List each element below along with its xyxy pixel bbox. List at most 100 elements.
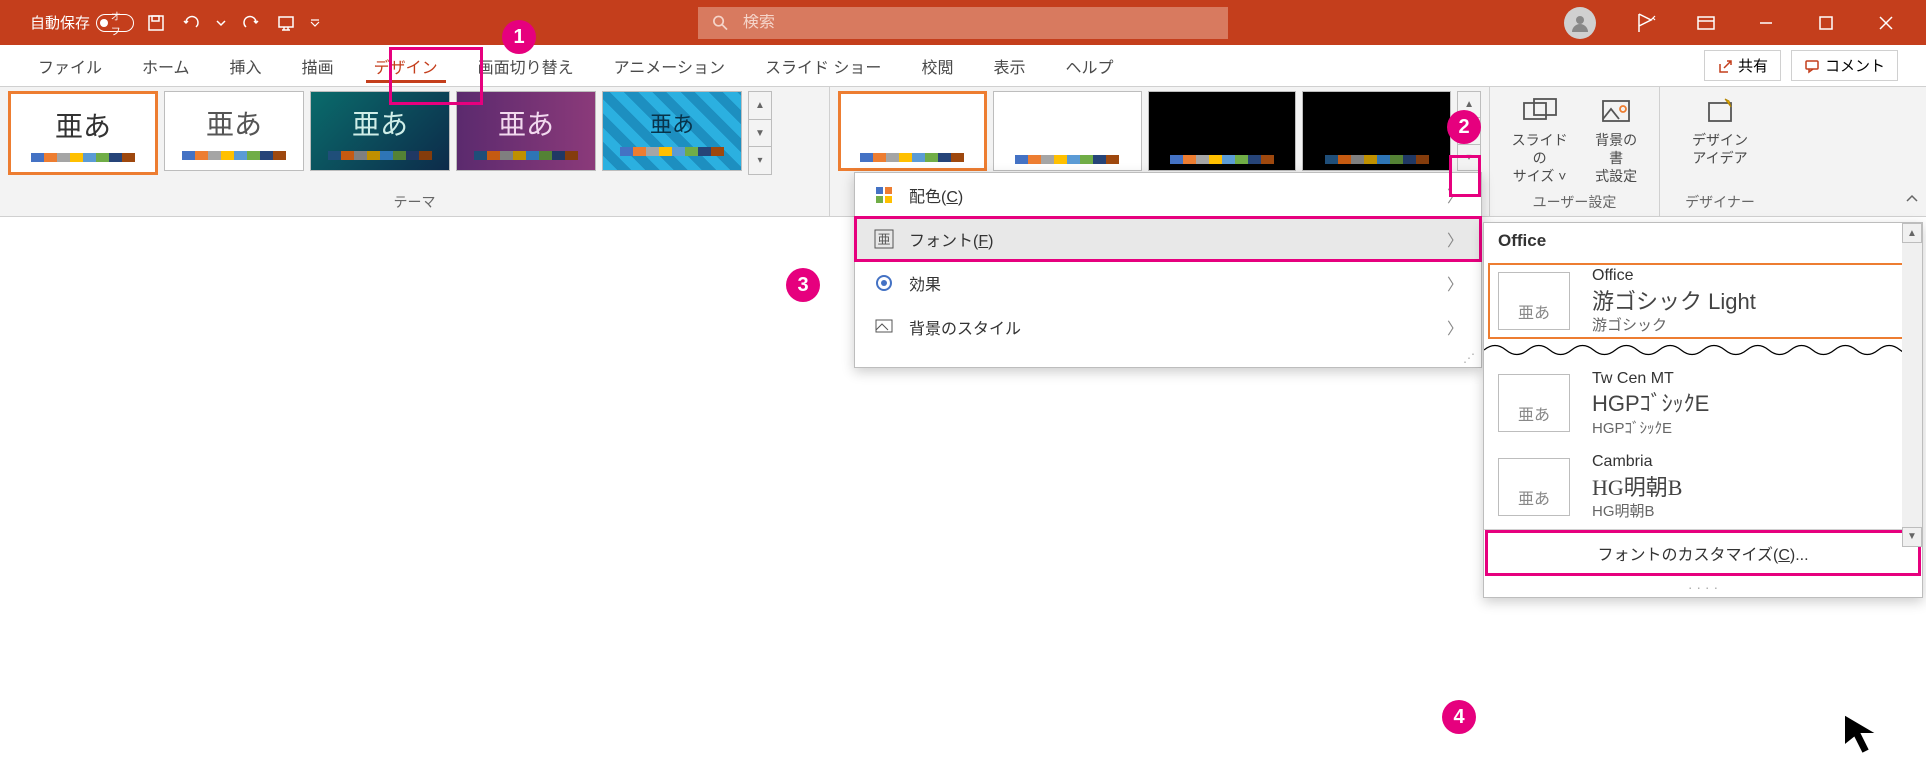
tab-draw[interactable]: 描画 (282, 45, 354, 87)
tab-home[interactable]: ホーム (122, 45, 210, 87)
search-input[interactable] (743, 14, 1214, 32)
menu-fonts[interactable]: 亜 フォント(F) 〉 (855, 217, 1481, 261)
ribbon-display-button[interactable] (1616, 0, 1676, 45)
menu-effects[interactable]: 効果 〉 (855, 261, 1481, 305)
color-strip (474, 151, 578, 160)
ribbon-tabs: ファイル ホーム 挿入 描画 デザイン 画面切り替え アニメーション スライド … (0, 45, 1926, 87)
theme-tile[interactable]: 亜あ (456, 91, 596, 171)
undo-button[interactable] (178, 9, 206, 37)
account-avatar[interactable] (1564, 7, 1596, 39)
tab-design[interactable]: デザイン (354, 45, 458, 87)
tab-help[interactable]: ヘルプ (1045, 45, 1133, 87)
scroll-down-button[interactable]: ▼ (749, 120, 771, 148)
customize-fonts-button[interactable]: フォントのカスタマイズ(C)... (1484, 529, 1922, 577)
scroll-up-button[interactable]: ▲ (749, 92, 771, 120)
tab-slideshow[interactable]: スライド ショー (745, 45, 901, 87)
scroll-up-button[interactable]: ▲ (1902, 223, 1922, 243)
font-thumb: 亜あ (1498, 458, 1570, 516)
close-button[interactable] (1856, 0, 1916, 45)
redo-button[interactable] (236, 9, 264, 37)
comment-button[interactable]: コメント (1791, 50, 1898, 81)
group-themes: 亜あ 亜あ 亜あ 亜あ 亜あ ▲ ▼ ▾ (0, 87, 830, 216)
toggle-off-icon: オフ (96, 14, 134, 32)
search-box[interactable] (698, 7, 1228, 39)
theme-tile[interactable]: 亜あ (602, 91, 742, 171)
color-strip (1015, 155, 1119, 164)
format-background-button[interactable]: 背景の書 式設定 (1581, 91, 1651, 192)
color-strip (620, 147, 724, 156)
design-ideas-button[interactable]: デザイン アイデア (1668, 91, 1772, 173)
color-strip (1170, 155, 1274, 164)
scroll-track[interactable] (1902, 243, 1922, 527)
chevron-right-icon: 〉 (1447, 315, 1463, 339)
save-button[interactable] (142, 9, 170, 37)
undo-dropdown-icon[interactable] (214, 9, 228, 37)
collapse-ribbon-button[interactable] (1904, 191, 1920, 212)
callout-3: 3 (786, 268, 820, 302)
resize-grip-icon: ⋰ (855, 349, 1481, 367)
themes-spinner: ▲ ▼ ▾ (748, 91, 772, 175)
theme-tile[interactable]: 亜あ (8, 91, 158, 175)
variants-dropdown-menu: 配色(C) 〉 亜 フォント(F) 〉 効果 〉 背景のスタイル 〉 ⋰ (854, 172, 1482, 368)
callout-1: 1 (502, 20, 536, 54)
truncation-squiggle (1484, 343, 1922, 357)
autosave-label: 自動保存 (30, 12, 90, 33)
minimize-button[interactable] (1736, 0, 1796, 45)
group-label-designer: デザイナー (1668, 192, 1772, 214)
resize-grip-icon: · · · · (1484, 577, 1922, 597)
font-flyout: Office 亜あ Office 游ゴシック Light 游ゴシック 亜あ Tw… (1483, 222, 1923, 598)
tab-insert[interactable]: 挿入 (210, 45, 282, 87)
chevron-right-icon: 〉 (1447, 271, 1463, 295)
group-customize: スライドの サイズ ˅ 背景の書 式設定 ユーザー設定 (1490, 87, 1660, 216)
svg-text:亜: 亜 (877, 232, 890, 247)
theme-tile[interactable]: 亜あ (164, 91, 304, 171)
menu-background-styles[interactable]: 背景のスタイル 〉 (855, 305, 1481, 349)
menu-colors[interactable]: 配色(C) 〉 (855, 173, 1481, 217)
tab-file[interactable]: ファイル (18, 45, 122, 87)
chevron-right-icon: 〉 (1447, 183, 1463, 207)
search-icon (712, 14, 729, 32)
chevron-right-icon: 〉 (1447, 227, 1463, 251)
font-thumb: 亜あ (1498, 374, 1570, 432)
themes-more-button[interactable]: ▾ (749, 147, 771, 174)
slide-size-button[interactable]: スライドの サイズ ˅ (1498, 91, 1581, 192)
fonts-icon: 亜 (873, 229, 895, 249)
font-item-cambria[interactable]: 亜あ Cambria HG明朝B HG明朝B (1484, 445, 1922, 529)
group-label-customize: ユーザー設定 (1498, 192, 1651, 214)
callout-2: 2 (1447, 110, 1481, 144)
group-label-themes: テーマ (8, 192, 821, 214)
ribbon-mode-button[interactable] (1676, 0, 1736, 45)
flyout-header: Office (1484, 223, 1922, 259)
flyout-scrollbar: ▲ ▼ (1902, 223, 1922, 547)
variant-tile[interactable] (1148, 91, 1297, 171)
background-icon (873, 317, 895, 337)
color-strip (31, 153, 135, 162)
colors-icon (873, 185, 895, 205)
from-beginning-button[interactable] (272, 9, 300, 37)
tab-review[interactable]: 校閲 (901, 45, 973, 87)
tab-animations[interactable]: アニメーション (594, 45, 745, 87)
font-thumb: 亜あ (1498, 272, 1570, 330)
color-strip (182, 151, 286, 160)
variant-tile[interactable] (993, 91, 1142, 171)
variant-tile[interactable] (838, 91, 987, 171)
color-strip (1325, 155, 1429, 164)
scroll-down-button[interactable]: ▼ (1902, 527, 1922, 547)
color-strip (860, 153, 964, 162)
group-designer: デザイン アイデア デザイナー (1660, 87, 1780, 216)
font-item-office[interactable]: 亜あ Office 游ゴシック Light 游ゴシック (1484, 259, 1922, 343)
maximize-button[interactable] (1796, 0, 1856, 45)
font-item-twcen[interactable]: 亜あ Tw Cen MT HGPｺﾞｼｯｸE HGPｺﾞｼｯｸE (1484, 362, 1922, 446)
variant-tile[interactable] (1302, 91, 1451, 171)
title-bar: 自動保存 オフ (0, 0, 1926, 45)
share-button[interactable]: 共有 (1704, 50, 1781, 81)
variants-more-button[interactable]: ▾ (1458, 145, 1480, 170)
tab-view[interactable]: 表示 (973, 45, 1045, 87)
color-strip (328, 151, 432, 160)
qat-dropdown-icon[interactable] (308, 9, 322, 37)
effects-icon (873, 273, 895, 293)
cursor-icon (1840, 710, 1888, 758)
theme-tile[interactable]: 亜あ (310, 91, 450, 171)
autosave-toggle[interactable]: 自動保存 オフ (30, 12, 134, 33)
callout-4: 4 (1442, 700, 1476, 734)
